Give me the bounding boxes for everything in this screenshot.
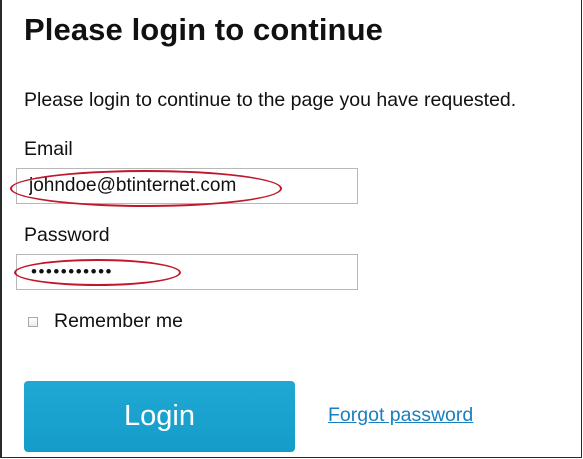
email-field[interactable] [16,168,358,204]
login-panel: Please login to continue Please login to… [0,0,582,458]
email-label: Email [24,138,73,160]
remember-me-checkbox[interactable] [28,316,38,327]
remember-me-option[interactable]: Remember me [28,310,183,333]
login-button[interactable]: Login [24,381,295,452]
forgot-password-link[interactable]: Forgot password [328,404,473,427]
remember-me-label: Remember me [54,310,183,332]
intro-text: Please login to continue to the page you… [24,89,517,111]
password-label: Password [24,224,110,246]
page-title: Please login to continue [24,12,383,47]
password-field[interactable] [16,254,358,290]
